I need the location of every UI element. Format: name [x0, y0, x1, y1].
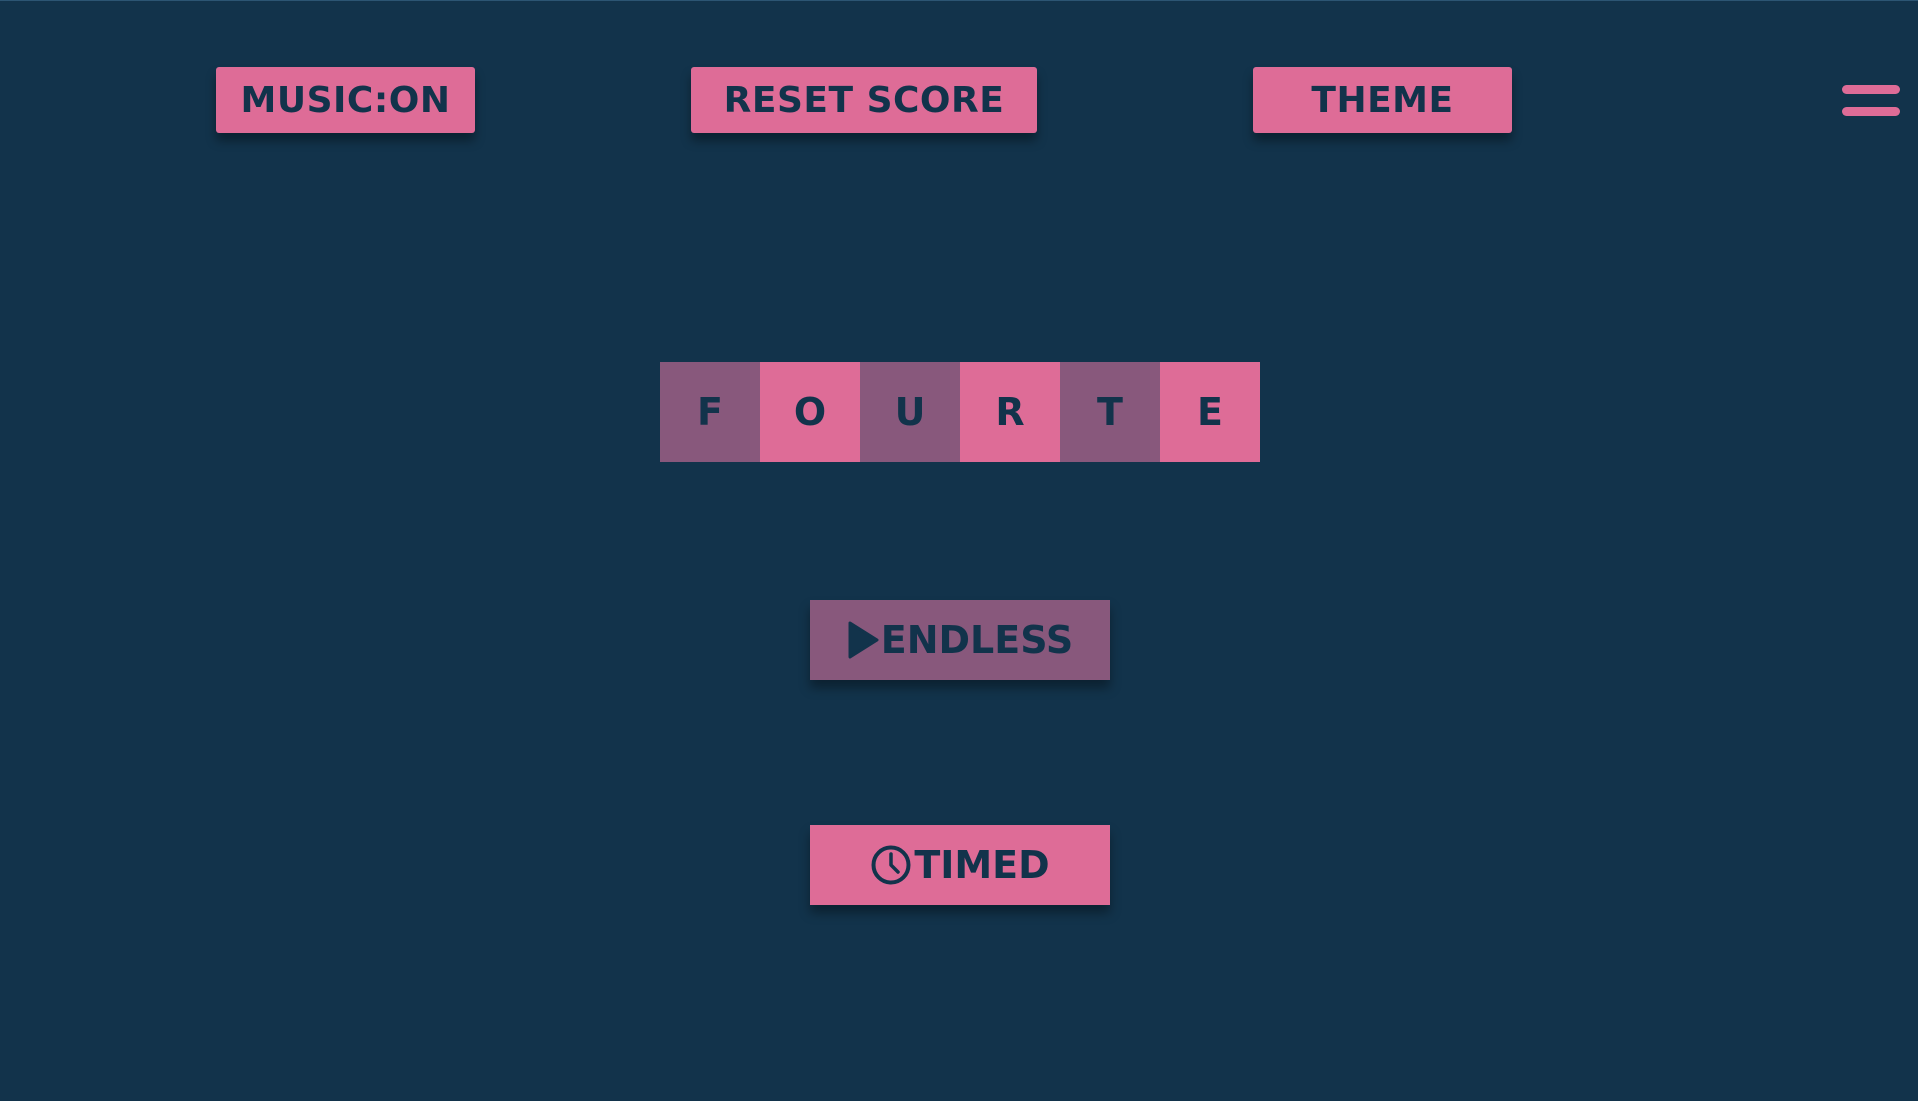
endless-mode-button[interactable]: ENDLESS	[810, 600, 1110, 680]
title-letter-tile: R	[960, 362, 1060, 462]
menu-line	[1842, 107, 1900, 116]
title-letter-tile: U	[860, 362, 960, 462]
music-toggle-button[interactable]: MUSIC:ON	[216, 67, 475, 133]
timed-mode-button[interactable]: TIMED	[810, 825, 1110, 905]
title-letter-tile: O	[760, 362, 860, 462]
hamburger-menu-icon[interactable]	[1842, 83, 1900, 123]
title-letter-tile: F	[660, 362, 760, 462]
theme-button[interactable]: THEME	[1253, 67, 1512, 133]
title-letter-tile: T	[1060, 362, 1160, 462]
game-title: F O U R T E	[660, 362, 1260, 462]
menu-line	[1842, 85, 1900, 94]
clock-icon	[870, 844, 912, 886]
reset-score-button[interactable]: RESET SCORE	[691, 67, 1037, 133]
endless-mode-label: ENDLESS	[880, 618, 1074, 662]
play-icon	[847, 621, 879, 659]
title-letter-tile: E	[1160, 362, 1260, 462]
timed-mode-label: TIMED	[914, 843, 1050, 887]
